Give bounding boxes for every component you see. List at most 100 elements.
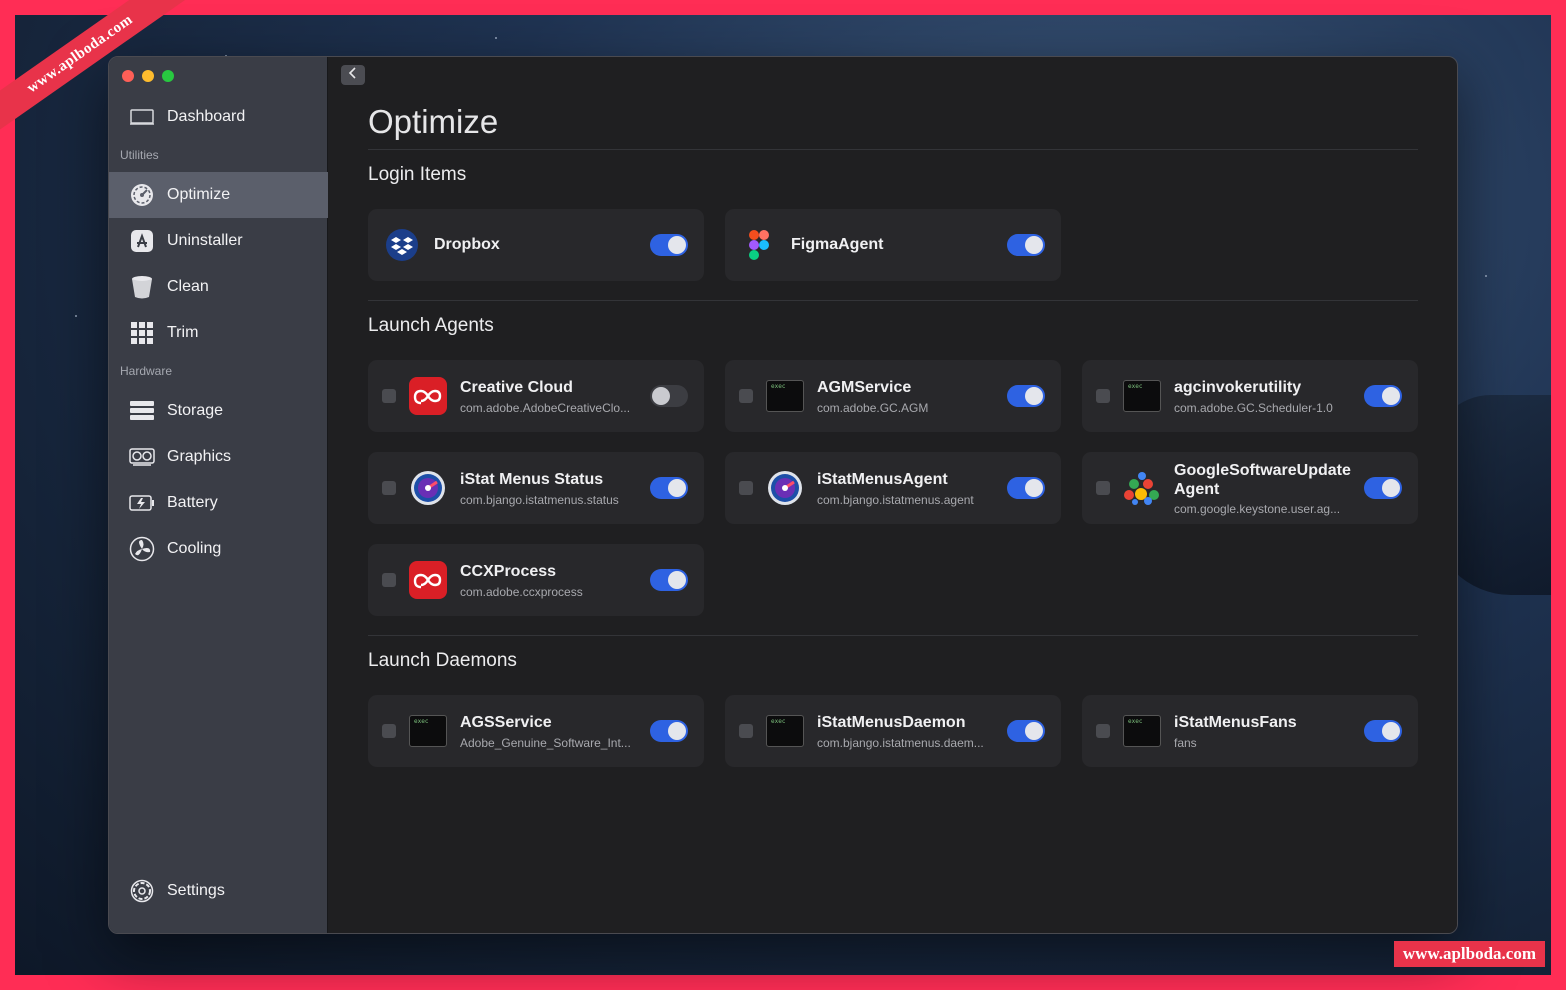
item-name: GoogleSoftwareUpdate Agent — [1174, 461, 1351, 498]
launch-agent-card-istatmenusagent[interactable]: iStatMenusAgent com.bjango.istatmenus.ag… — [725, 452, 1061, 524]
sidebar-item-settings[interactable]: Settings — [109, 871, 328, 911]
toggle-switch[interactable] — [650, 234, 688, 256]
item-identifier: com.google.keystone.user.ag... — [1174, 501, 1341, 516]
chevron-left-icon — [348, 66, 358, 84]
item-identifier: fans — [1174, 735, 1197, 750]
launch-agent-card-istat-menus-status[interactable]: iStat Menus Status com.bjango.istatmenus… — [368, 452, 704, 524]
checkbox[interactable] — [739, 389, 753, 403]
item-name: FigmaAgent — [791, 236, 884, 253]
sidebar-item-cooling[interactable]: Cooling — [109, 526, 328, 572]
item-identifier: com.bjango.istatmenus.agent — [817, 492, 974, 507]
sidebar-item-label: Trim — [167, 324, 199, 341]
launch-agent-card-googlesoftwareupdate[interactable]: GoogleSoftwareUpdate Agent com.google.ke… — [1082, 452, 1418, 524]
app-store-icon — [129, 228, 155, 254]
item-name: CCXProcess — [460, 562, 557, 580]
login-item-card-dropbox[interactable]: Dropbox — [368, 209, 704, 281]
launch-agent-card-agcinvokerutility[interactable]: exec agcinvokerutility com.adobe.GC.Sche… — [1082, 360, 1418, 432]
sidebar-item-label: Storage — [167, 402, 224, 419]
divider — [368, 635, 1418, 636]
back-button[interactable] — [341, 65, 365, 85]
display-icon — [129, 104, 155, 130]
sidebar-item-label: Cooling — [167, 540, 222, 557]
battery-icon — [129, 490, 155, 516]
item-name: AGSService — [460, 713, 552, 731]
exec-icon: exec — [409, 712, 447, 750]
checkbox[interactable] — [1096, 724, 1110, 738]
sidebar-item-label: Battery — [167, 494, 218, 511]
toggle-switch[interactable] — [650, 477, 688, 499]
checkbox[interactable] — [382, 481, 396, 495]
sidebar-item-label: Dashboard — [167, 108, 246, 125]
sidebar-item-label: Clean — [167, 278, 209, 295]
toggle-switch[interactable] — [1364, 477, 1402, 499]
grid-icon — [129, 320, 155, 346]
checkbox[interactable] — [382, 573, 396, 587]
sidebar-item-label: Optimize — [167, 186, 231, 203]
checkbox[interactable] — [382, 389, 396, 403]
creative-cloud-icon — [409, 377, 447, 415]
sidebar-item-label: Uninstaller — [167, 232, 243, 249]
istat-icon — [409, 469, 447, 507]
gear-icon — [129, 878, 155, 904]
sidebar-item-graphics[interactable]: Graphics — [109, 434, 328, 480]
google-update-icon — [1123, 469, 1161, 507]
sidebar-item-dashboard[interactable]: Dashboard — [109, 94, 328, 140]
item-identifier: com.adobe.GC.AGM — [817, 400, 929, 415]
launch-agent-card-ccxprocess[interactable]: CCXProcess com.adobe.ccxprocess — [368, 544, 704, 616]
dropbox-icon — [385, 228, 419, 262]
item-identifier: com.adobe.ccxprocess — [460, 584, 583, 599]
divider — [368, 149, 1418, 150]
zoom-button[interactable] — [162, 70, 174, 82]
checkbox[interactable] — [739, 481, 753, 495]
toggle-switch[interactable] — [650, 569, 688, 591]
launch-agent-card-creative-cloud[interactable]: Creative Cloud com.adobe.AdobeCreativeCl… — [368, 360, 704, 432]
toggle-switch[interactable] — [1364, 720, 1402, 742]
launch-daemon-card-istatmenusfans[interactable]: exec iStatMenusFans fans — [1082, 695, 1418, 767]
checkbox[interactable] — [1096, 481, 1110, 495]
figma-icon — [742, 228, 776, 262]
toggle-switch[interactable] — [1007, 720, 1045, 742]
section-title-launch-daemons: Launch Daemons — [368, 650, 517, 671]
toggle-switch[interactable] — [1007, 477, 1045, 499]
item-identifier: com.adobe.AdobeCreativeClo... — [460, 400, 631, 415]
item-identifier: com.adobe.GC.Scheduler-1.0 — [1174, 400, 1333, 415]
toggle-switch[interactable] — [1007, 385, 1045, 407]
sidebar-item-clean[interactable]: Clean — [109, 264, 328, 310]
toggle-switch[interactable] — [1364, 385, 1402, 407]
sidebar-item-uninstaller[interactable]: Uninstaller — [109, 218, 328, 264]
watermark-tag: www.aplboda.com — [1393, 941, 1545, 967]
item-identifier: Adobe_Genuine_Software_Int... — [460, 735, 631, 750]
creative-cloud-icon — [409, 561, 447, 599]
sidebar-item-battery[interactable]: Battery — [109, 480, 328, 526]
app-window: Dashboard Utilities Optimize Uninstaller… — [108, 56, 1458, 934]
sidebar-item-trim[interactable]: Trim — [109, 310, 328, 356]
section-title-launch-agents: Launch Agents — [368, 315, 494, 336]
close-button[interactable] — [122, 70, 134, 82]
item-identifier: com.bjango.istatmenus.daem... — [817, 735, 984, 750]
checkbox[interactable] — [382, 724, 396, 738]
toggle-switch[interactable] — [1007, 234, 1045, 256]
trash-icon — [129, 274, 155, 300]
sidebar: Dashboard Utilities Optimize Uninstaller… — [109, 57, 328, 933]
minimize-button[interactable] — [142, 70, 154, 82]
item-name: iStatMenusAgent — [817, 470, 948, 488]
item-name: Creative Cloud — [460, 378, 573, 396]
sidebar-item-optimize[interactable]: Optimize — [109, 172, 328, 218]
checkbox[interactable] — [1096, 389, 1110, 403]
launch-daemon-card-istatmenusdaemon[interactable]: exec iStatMenusDaemon com.bjango.istatme… — [725, 695, 1061, 767]
main-content: Optimize Login Items Dropbox FigmaAgent … — [328, 57, 1457, 933]
exec-icon: exec — [1123, 377, 1161, 415]
exec-icon: exec — [766, 377, 804, 415]
toggle-switch[interactable] — [650, 385, 688, 407]
sidebar-item-storage[interactable]: Storage — [109, 388, 328, 434]
sidebar-item-label: Settings — [167, 882, 225, 899]
login-item-card-figmaagent[interactable]: FigmaAgent — [725, 209, 1061, 281]
section-label-utilities: Utilities — [120, 148, 159, 162]
fan-icon — [129, 536, 155, 562]
storage-icon — [129, 398, 155, 424]
toggle-switch[interactable] — [650, 720, 688, 742]
launch-daemon-card-agsservice[interactable]: exec AGSService Adobe_Genuine_Software_I… — [368, 695, 704, 767]
launch-agent-card-agmservice[interactable]: exec AGMService com.adobe.GC.AGM — [725, 360, 1061, 432]
sidebar-item-label: Graphics — [167, 448, 232, 465]
checkbox[interactable] — [739, 724, 753, 738]
